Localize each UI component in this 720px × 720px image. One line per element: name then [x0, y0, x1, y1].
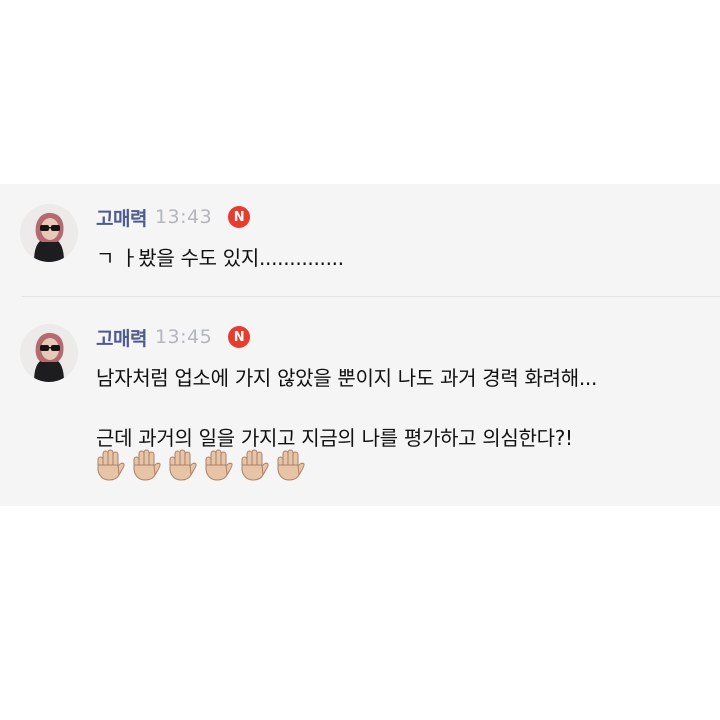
raised-hand-icon [277, 449, 305, 481]
message-text: 남자처럼 업소에 가지 않았을 뿐이지 나도 과거 경력 화려해... [96, 366, 598, 390]
avatar[interactable] [20, 324, 78, 382]
chat-message: 고매력 13:45 N 남자처럼 업소에 가지 않았을 뿐이지 나도 과거 경력… [0, 184, 720, 506]
avatar-image [20, 324, 78, 382]
raised-hand-icon [133, 449, 161, 481]
raised-hand-icon [169, 449, 197, 481]
raised-hand-icon [241, 449, 269, 481]
message-text: 근데 과거의 일을 가지고 지금의 나를 평가하고 의심한다?! [96, 426, 573, 450]
chat-panel: 고매력 13:43 N ㄱ ㅏ봤을 수도 있지.............. 고매… [0, 184, 720, 506]
emoji-row [94, 448, 308, 482]
raised-hand-icon [97, 449, 125, 481]
new-badge: N [228, 326, 251, 348]
raised-hand-icon [205, 449, 233, 481]
sender-name[interactable]: 고매력 [96, 324, 147, 351]
timestamp: 13:45 [154, 326, 213, 348]
message-header: 고매력 13:45 N [96, 324, 251, 351]
